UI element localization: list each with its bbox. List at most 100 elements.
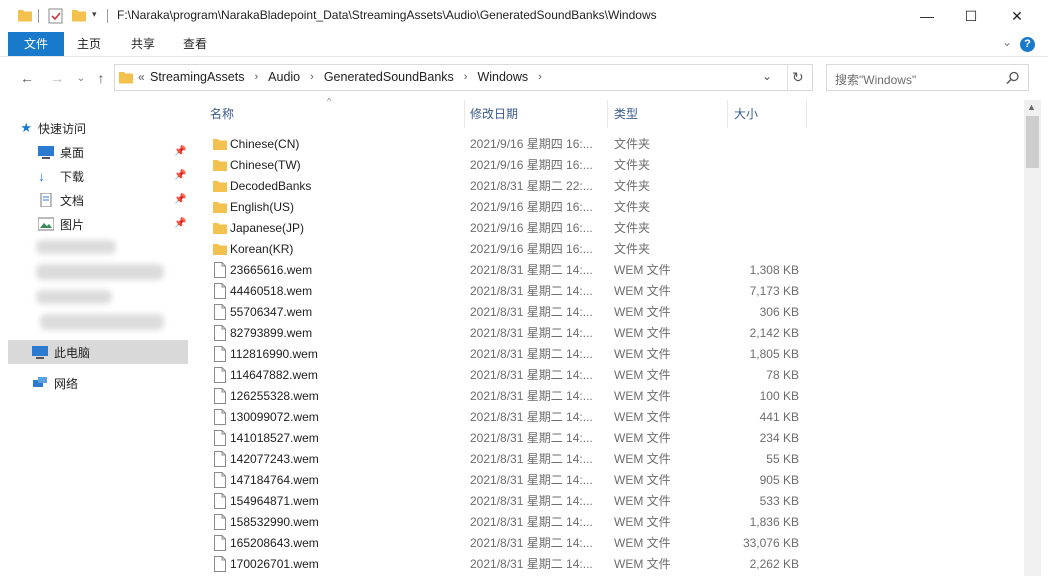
- file-size: 306 KB: [759, 305, 799, 319]
- column-divider[interactable]: [607, 100, 608, 128]
- chevron-right-icon[interactable]: ›: [464, 71, 468, 83]
- new-folder-icon[interactable]: [72, 8, 86, 22]
- nav-documents[interactable]: 文档: [8, 189, 188, 211]
- search-placeholder: 搜索"Windows": [835, 73, 917, 87]
- refresh-icon[interactable]: ↻: [792, 69, 804, 86]
- close-button[interactable]: ✕: [994, 0, 1040, 32]
- file-size: [724, 155, 799, 176]
- nav-network[interactable]: 网络: [8, 372, 188, 394]
- file-row[interactable]: 112816990.wem 2021/8/31 星期二 14:... WEM 文件 1…: [200, 344, 1020, 365]
- file-icon: [214, 367, 226, 383]
- column-divider[interactable]: [727, 100, 728, 128]
- breadcrumb-item[interactable]: StreamingAssets: [150, 70, 244, 84]
- file-row[interactable]: 141018527.wem 2021/8/31 星期二 14:... WEM 文件 2…: [200, 428, 1020, 449]
- file-name: 82793899.wem: [230, 326, 313, 340]
- file-size: 533 KB: [759, 494, 799, 508]
- file-icon: [214, 556, 226, 572]
- search-icon[interactable]: [1006, 71, 1020, 85]
- file-type: WEM 文件: [614, 536, 671, 550]
- file-icon: [214, 535, 226, 551]
- nav-downloads[interactable]: ↓ 下载: [8, 165, 188, 187]
- tab-view[interactable]: 查看: [172, 32, 218, 56]
- chevron-right-icon[interactable]: ›: [254, 71, 258, 83]
- pin-icon: 📌: [174, 194, 187, 205]
- file-type: 文件夹: [614, 242, 651, 256]
- file-icon: [214, 304, 226, 320]
- folder-row[interactable]: Japanese(JP) 2021/9/16 星期四 16:... 文件夹: [200, 218, 1020, 239]
- file-type: WEM 文件: [614, 557, 671, 571]
- separator: [107, 9, 108, 23]
- address-dropdown-icon[interactable]: ⌄: [762, 69, 772, 83]
- file-row[interactable]: 158532990.wem 2021/8/31 星期二 14:... WEM 文件 1…: [200, 512, 1020, 533]
- file-type: 文件夹: [614, 158, 651, 172]
- chevron-right-icon[interactable]: ›: [538, 71, 542, 83]
- file-size: 2,262 KB: [749, 557, 799, 571]
- maximize-button[interactable]: ☐: [948, 0, 994, 32]
- file-type: WEM 文件: [614, 431, 671, 445]
- nav-desktop[interactable]: 桌面: [8, 141, 188, 163]
- recent-locations-button[interactable]: ⌄: [70, 66, 92, 90]
- column-header-type[interactable]: 类型: [614, 103, 638, 125]
- folder-icon: [213, 223, 227, 234]
- tab-home[interactable]: 主页: [66, 32, 112, 56]
- folder-row[interactable]: Korean(KR) 2021/9/16 星期四 16:... 文件夹: [200, 239, 1020, 260]
- vertical-scrollbar[interactable]: [1024, 100, 1041, 576]
- folder-row[interactable]: DecodedBanks 2021/8/31 星期二 22:... 文件夹: [200, 176, 1020, 197]
- file-row[interactable]: 147184764.wem 2021/8/31 星期二 14:... WEM 文件 9…: [200, 470, 1020, 491]
- breadcrumb-item[interactable]: Audio: [268, 70, 300, 84]
- file-row[interactable]: 23665616.wem 2021/8/31 星期二 14:... WEM 文件 1,…: [200, 260, 1020, 281]
- up-button[interactable]: ↑: [90, 66, 112, 90]
- folder-row[interactable]: Chinese(TW) 2021/9/16 星期四 16:... 文件夹: [200, 155, 1020, 176]
- scroll-up-icon[interactable]: ▲: [1027, 102, 1036, 112]
- tab-file[interactable]: 文件: [8, 32, 64, 56]
- minimize-button[interactable]: —: [904, 0, 950, 32]
- column-divider[interactable]: [806, 100, 807, 128]
- file-row[interactable]: 130099072.wem 2021/8/31 星期二 14:... WEM 文件 4…: [200, 407, 1020, 428]
- file-size: 7,173 KB: [749, 284, 799, 298]
- file-icon: [214, 409, 226, 425]
- file-date: 2021/9/16 星期四 16:...: [470, 221, 593, 235]
- folder-icon: [213, 160, 227, 171]
- file-row[interactable]: 114647882.wem 2021/8/31 星期二 14:... WEM 文件 7…: [200, 365, 1020, 386]
- column-header-size[interactable]: 大小: [734, 103, 758, 125]
- file-type: WEM 文件: [614, 305, 671, 319]
- file-icon: [214, 514, 226, 530]
- back-button[interactable]: ←: [16, 66, 38, 90]
- file-row[interactable]: 142077243.wem 2021/8/31 星期二 14:... WEM 文件 5…: [200, 449, 1020, 470]
- file-date: 2021/9/16 星期四 16:...: [470, 137, 593, 151]
- ribbon-expand-icon[interactable]: ⌄: [1002, 35, 1012, 49]
- breadcrumb-item[interactable]: GeneratedSoundBanks: [324, 70, 454, 84]
- forward-button[interactable]: →: [46, 66, 68, 90]
- tab-share[interactable]: 共享: [120, 32, 166, 56]
- column-header-date[interactable]: 修改日期: [470, 103, 518, 125]
- qat-dropdown-icon[interactable]: ▾: [92, 9, 97, 20]
- file-row[interactable]: 55706347.wem 2021/8/31 星期二 14:... WEM 文件 30…: [200, 302, 1020, 323]
- file-name: English(US): [230, 200, 295, 214]
- folder-row[interactable]: Chinese(CN) 2021/9/16 星期四 16:... 文件夹: [200, 134, 1020, 155]
- nav-this-pc[interactable]: 此电脑: [8, 340, 188, 364]
- file-size: [724, 134, 799, 155]
- breadcrumb-overflow-icon[interactable]: «: [138, 70, 145, 84]
- file-row[interactable]: 170026701.wem 2021/8/31 星期二 14:... WEM 文件 2…: [200, 554, 1020, 575]
- file-row[interactable]: 82793899.wem 2021/8/31 星期二 14:... WEM 文件 2,…: [200, 323, 1020, 344]
- nav-quick-access[interactable]: ★ 快速访问: [8, 117, 188, 139]
- file-size: 1,836 KB: [749, 515, 799, 529]
- file-row[interactable]: 165208643.wem 2021/8/31 星期二 14:... WEM 文件 3…: [200, 533, 1020, 554]
- properties-icon[interactable]: [48, 8, 64, 24]
- column-header-name[interactable]: 名称: [210, 103, 234, 125]
- file-name: 158532990.wem: [230, 515, 319, 529]
- chevron-right-icon[interactable]: ›: [310, 71, 314, 83]
- file-row[interactable]: 126255328.wem 2021/8/31 星期二 14:... WEM 文件 1…: [200, 386, 1020, 407]
- breadcrumb-item[interactable]: Windows: [477, 70, 528, 84]
- file-date: 2021/8/31 星期二 14:...: [470, 452, 593, 466]
- file-size: 33,076 KB: [742, 536, 799, 550]
- help-icon[interactable]: ?: [1020, 37, 1035, 52]
- nav-pictures[interactable]: 图片: [8, 213, 188, 235]
- column-divider[interactable]: [464, 100, 465, 128]
- file-name: 141018527.wem: [230, 431, 319, 445]
- file-size: 441 KB: [759, 410, 799, 424]
- scrollbar-thumb[interactable]: [1026, 116, 1039, 168]
- folder-row[interactable]: English(US) 2021/9/16 星期四 16:... 文件夹: [200, 197, 1020, 218]
- file-row[interactable]: 44460518.wem 2021/8/31 星期二 14:... WEM 文件 7,…: [200, 281, 1020, 302]
- file-row[interactable]: 154964871.wem 2021/8/31 星期二 14:... WEM 文件 5…: [200, 491, 1020, 512]
